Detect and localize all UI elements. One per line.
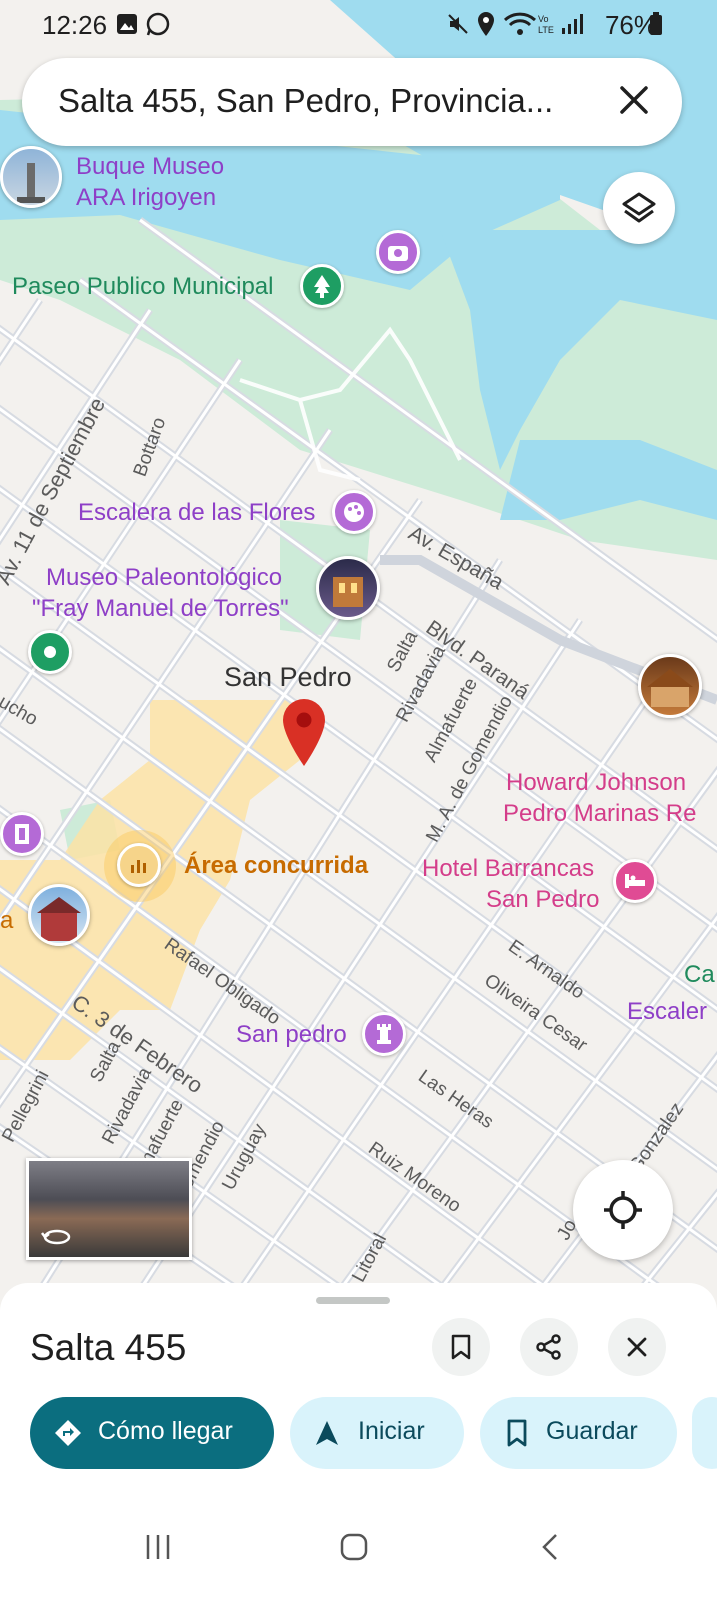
landmark-pin[interactable]	[362, 1012, 406, 1056]
interior-thumbnail-icon	[647, 669, 693, 707]
navigation-arrow-icon	[316, 1421, 338, 1445]
signal-icon	[562, 14, 583, 34]
green-place-pin[interactable]	[28, 630, 72, 674]
film-icon	[15, 824, 29, 844]
poi-museo-line1[interactable]: Museo Paleontológico	[46, 563, 282, 593]
close-icon	[627, 1337, 647, 1357]
poi-escalera-cut[interactable]: Escaler	[627, 997, 707, 1027]
gallery-icon	[117, 14, 137, 34]
clock: 12:26	[42, 10, 108, 40]
save-button[interactable]: Guardar	[480, 1397, 677, 1469]
dot-icon	[44, 646, 56, 658]
home-icon[interactable]	[340, 1533, 368, 1561]
location-icon	[478, 12, 494, 36]
poi-museo-line2[interactable]: "Fray Manuel de Torres"	[32, 594, 289, 624]
search-query[interactable]: Salta 455, San Pedro, Provincia...	[58, 82, 553, 120]
monument-icon	[17, 163, 45, 203]
place-title: Salta 455	[30, 1327, 187, 1368]
system-nav-bar	[0, 1505, 717, 1600]
town-label: San Pedro	[224, 662, 352, 692]
building-thumbnail-icon	[333, 577, 363, 607]
poi-cut-ca: Ca	[684, 961, 715, 988]
drag-handle[interactable]	[316, 1297, 390, 1304]
poi-howard-line1[interactable]: Howard Johnson	[506, 768, 686, 798]
recent-apps-icon[interactable]	[144, 1533, 172, 1561]
share-button[interactable]	[520, 1318, 578, 1376]
poi-buque-line1[interactable]: Buque Museo	[76, 152, 224, 182]
bookmark-outline-icon	[507, 1419, 527, 1447]
poi-escalera[interactable]: Escalera de las Flores	[78, 498, 315, 528]
poi-cut-a: a	[0, 907, 14, 934]
poi-howard-line2[interactable]: Pedro Marinas Re	[503, 799, 696, 829]
bed-icon	[625, 874, 645, 888]
location-marker-icon[interactable]	[280, 698, 328, 768]
chess-rook-icon	[377, 1024, 391, 1044]
buque-museo-photo[interactable]	[0, 146, 62, 208]
house-thumbnail-icon	[37, 897, 81, 941]
back-icon[interactable]	[540, 1533, 560, 1561]
hotel-pin[interactable]	[613, 859, 657, 903]
art-pin[interactable]	[332, 490, 376, 534]
my-location-button[interactable]	[573, 1160, 673, 1260]
palette-icon	[344, 502, 364, 522]
tree-icon	[314, 275, 330, 298]
save-bookmark-button[interactable]	[432, 1318, 490, 1376]
start-label: Iniciar	[358, 1417, 425, 1445]
search-bar[interactable]: Salta 455, San Pedro, Provincia...	[22, 58, 682, 146]
busy-area-label[interactable]: Área concurrida	[184, 851, 368, 881]
poi-hotel-line2[interactable]: San Pedro	[486, 885, 599, 915]
close-sheet-button[interactable]	[608, 1318, 666, 1376]
red-building-photo[interactable]	[28, 884, 90, 946]
status-bar: 12:26 Vo LTE 76%	[0, 0, 717, 52]
place-bottom-sheet[interactable]: Salta 455 Cómo llegar Iniciar Guardar	[0, 1283, 717, 1600]
layers-icon	[622, 192, 656, 223]
poi-hotel-line1[interactable]: Hotel Barrancas	[422, 854, 594, 884]
directions-label: Cómo llegar	[98, 1417, 233, 1445]
photo-spot-pin[interactable]	[376, 230, 420, 274]
start-button[interactable]: Iniciar	[290, 1397, 464, 1469]
wifi-icon	[503, 12, 537, 35]
street-view-rotate-icon	[41, 1229, 71, 1245]
more-actions-chip[interactable]	[692, 1397, 717, 1469]
share-icon	[536, 1334, 561, 1360]
busy-area-pin[interactable]	[117, 843, 161, 887]
whatsapp-icon	[146, 12, 170, 36]
battery-icon	[650, 12, 662, 35]
street-view-thumbnail[interactable]	[26, 1158, 192, 1260]
save-label: Guardar	[546, 1417, 638, 1445]
mute-icon	[448, 14, 468, 34]
poi-paseo[interactable]: Paseo Publico Municipal	[12, 272, 273, 302]
directions-button[interactable]: Cómo llegar	[30, 1397, 274, 1469]
park-pin[interactable]	[300, 264, 344, 308]
layers-button[interactable]	[603, 172, 675, 244]
svg-text:LTE: LTE	[538, 25, 554, 35]
museo-photo[interactable]	[316, 556, 380, 620]
bookmark-icon	[451, 1334, 471, 1360]
svg-text:Vo: Vo	[538, 14, 549, 24]
clear-search-icon[interactable]	[612, 78, 656, 122]
crosshair-icon	[604, 1191, 642, 1229]
directions-icon	[55, 1420, 81, 1446]
cinema-pin[interactable]	[0, 812, 44, 856]
restaurant-photo[interactable]	[638, 654, 702, 718]
poi-sanpedro[interactable]: San pedro	[236, 1020, 347, 1050]
bar-chart-icon	[131, 860, 146, 873]
volte-icon: VoLTE	[538, 14, 554, 35]
poi-buque-line2[interactable]: ARA Irigoyen	[76, 183, 216, 213]
camera-icon	[388, 246, 408, 261]
